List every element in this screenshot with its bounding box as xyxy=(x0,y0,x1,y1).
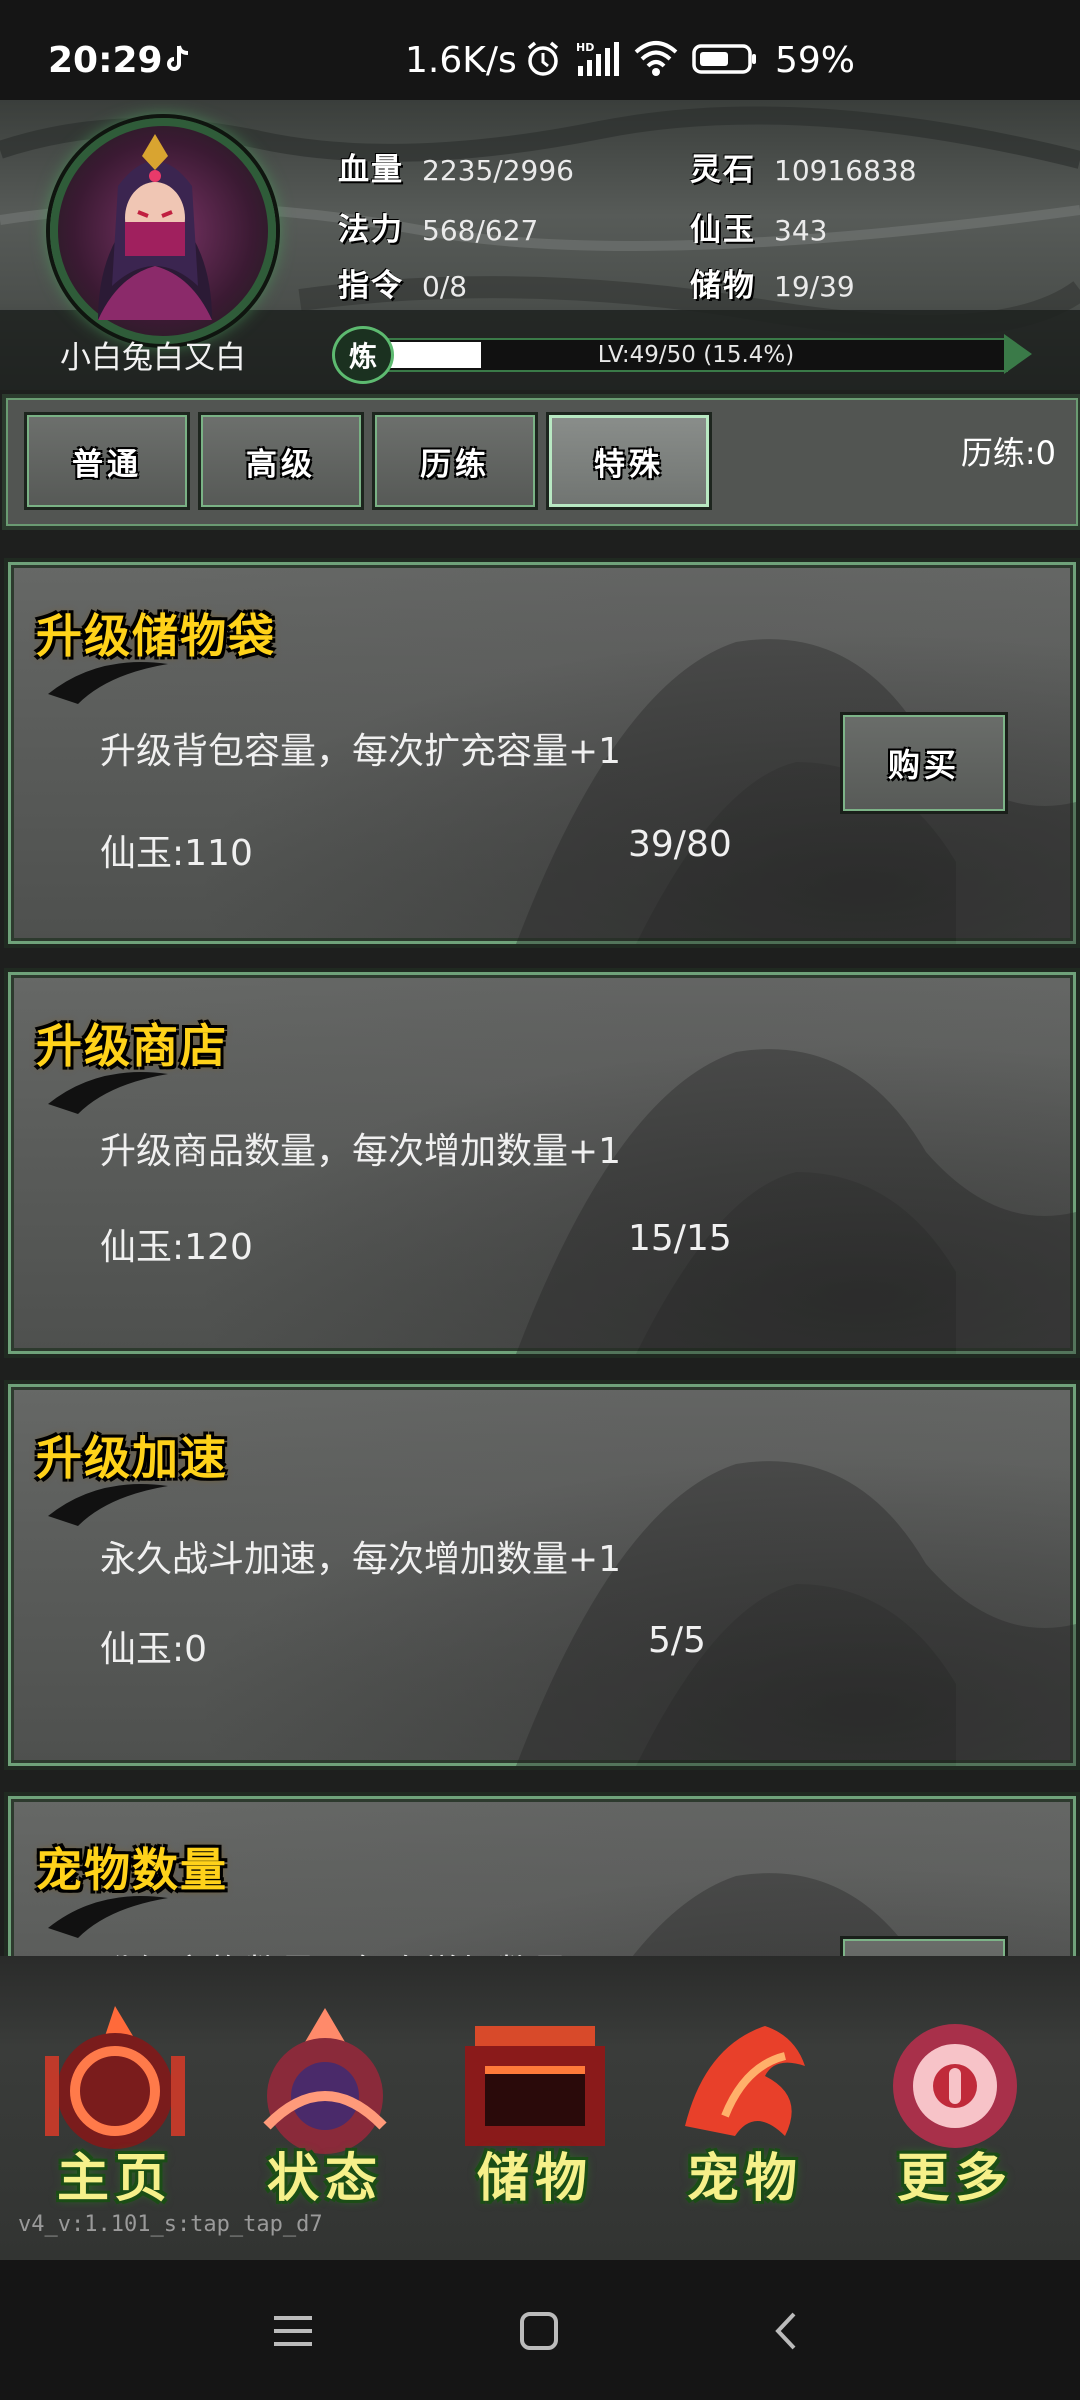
stat-storage: 储物 19/39 xyxy=(690,260,855,305)
battery-icon xyxy=(692,44,756,74)
nav-home-label: 主页 xyxy=(56,2148,173,2209)
nav-home[interactable]: 主页 xyxy=(20,2006,210,2236)
ink-swoosh-icon xyxy=(48,1896,168,1938)
card-upgrade-shop: 升级商店 升级商品数量，每次增加数量+1 仙玉:120 15/15 xyxy=(4,968,1080,1358)
practice-counter: 历练:0 xyxy=(960,434,1056,472)
nav-more[interactable]: 更多 xyxy=(860,2006,1050,2236)
tab-training[interactable]: 历练 xyxy=(372,412,538,510)
home-emblem-icon xyxy=(45,2006,185,2149)
card-upgrade-storage-bag: 升级储物袋 升级背包容量，每次扩充容量+1 仙玉:110 39/80 购买 xyxy=(4,558,1080,948)
back-chevron-icon[interactable] xyxy=(762,2306,812,2356)
stat-command: 指令 0/8 xyxy=(338,260,467,305)
svg-text:HD: HD xyxy=(576,41,594,54)
home-square-icon[interactable] xyxy=(514,2306,564,2356)
card-upgrade-speed: 升级加速 永久战斗加速，每次增加数量+1 仙玉:0 5/5 xyxy=(4,1380,1080,1770)
stat-hp-value: 2235/2996 xyxy=(422,154,574,187)
card-cost: 仙玉:0 xyxy=(100,1629,208,1670)
ink-swoosh-icon xyxy=(48,1072,168,1114)
buy-button-partial[interactable] xyxy=(840,1936,1008,1956)
card-description: 升级宠物数量，每次增加数量+1 xyxy=(100,1944,621,1956)
stat-jade: 仙玉 343 xyxy=(690,204,827,249)
status-bar: 20:29 1.6K/s HD 59% xyxy=(0,0,1080,100)
nav-pet[interactable]: 宠物 xyxy=(650,2006,840,2236)
stat-mana-label: 法力 xyxy=(338,212,404,248)
version-text: v4_v:1.101_s:tap_tap_d7 xyxy=(18,2212,323,2237)
card-cost: 仙玉:110 xyxy=(100,833,253,874)
buy-button[interactable]: 购买 xyxy=(840,712,1008,814)
stat-storage-value: 19/39 xyxy=(774,270,855,303)
stat-command-value: 0/8 xyxy=(422,270,468,303)
phoenix-pet-icon xyxy=(685,2026,805,2136)
menu-icon[interactable] xyxy=(268,2306,318,2356)
stat-hp-label: 血量 xyxy=(338,152,404,188)
status-emblem-icon xyxy=(263,2008,387,2154)
stat-spirit-stone-value: 10916838 xyxy=(774,154,917,187)
stat-spirit-stone: 灵石 10916838 xyxy=(690,144,917,189)
stat-mana-value: 568/627 xyxy=(422,214,539,247)
stat-hp: 血量 2235/2996 xyxy=(338,144,574,189)
level-bar-arrow xyxy=(1004,334,1032,374)
tab-special[interactable]: 特殊 xyxy=(546,412,712,510)
hd-signal-icon: HD xyxy=(576,41,619,76)
card-clip-region: 宠物数量 升级宠物数量，每次增加数量+1 xyxy=(0,1788,1080,1956)
network-speed: 1.6K/s xyxy=(405,40,517,81)
stat-jade-value: 343 xyxy=(774,214,828,247)
battery-percent: 59% xyxy=(775,40,856,81)
stat-jade-label: 仙玉 xyxy=(690,212,756,248)
stat-spirit-stone-label: 灵石 xyxy=(690,152,756,188)
ink-swoosh-icon xyxy=(48,662,168,704)
shop-tab-bar: 普通 高级 历练 特殊 历练:0 xyxy=(2,394,1080,530)
card-count: 39/80 xyxy=(628,824,732,865)
tab-advanced[interactable]: 高级 xyxy=(198,412,364,510)
card-count: 5/5 xyxy=(648,1620,706,1661)
wifi-icon xyxy=(634,41,678,76)
stat-command-label: 指令 xyxy=(338,268,404,304)
storage-emblem-icon xyxy=(465,2026,605,2146)
card-pet-count: 宠物数量 升级宠物数量，每次增加数量+1 xyxy=(4,1792,1080,1956)
card-description: 永久战斗加速，每次增加数量+1 xyxy=(100,1539,622,1580)
system-nav-bar xyxy=(0,2260,1080,2400)
status-time: 20:29 xyxy=(48,40,163,81)
nav-status-label: 状态 xyxy=(266,2148,383,2209)
nav-more-label: 更多 xyxy=(896,2148,1013,2209)
nav-status[interactable]: 状态 xyxy=(230,2006,420,2236)
alarm-icon xyxy=(527,41,559,76)
stat-mana: 法力 568/627 xyxy=(338,204,538,249)
level-text: LV:49/50 (15.4%) xyxy=(597,342,795,368)
tab-normal[interactable]: 普通 xyxy=(24,412,190,510)
nav-pet-label: 宠物 xyxy=(686,2148,803,2209)
tiktok-icon xyxy=(167,45,189,71)
nav-storage-label: 储物 xyxy=(476,2148,593,2209)
level-progress-bar: LV:49/50 (15.4%) xyxy=(384,338,1008,372)
stat-storage-label: 储物 xyxy=(690,268,756,304)
card-description: 升级商品数量，每次增加数量+1 xyxy=(100,1131,622,1172)
character-portrait-icon xyxy=(98,134,212,320)
card-description: 升级背包容量，每次扩充容量+1 xyxy=(100,731,622,772)
player-avatar[interactable] xyxy=(50,118,276,344)
mountain-ink-decoration xyxy=(632,1873,914,1956)
card-cost: 仙玉:120 xyxy=(100,1227,253,1268)
card-count: 15/15 xyxy=(628,1218,732,1259)
status-icons: HD xyxy=(524,40,758,78)
ink-swoosh-icon xyxy=(48,1484,168,1526)
player-name: 小白兔白又白 xyxy=(60,340,246,376)
refine-badge: 炼 xyxy=(332,326,394,384)
nav-storage[interactable]: 储物 xyxy=(440,2006,630,2236)
more-sun-icon xyxy=(893,2024,1017,2148)
